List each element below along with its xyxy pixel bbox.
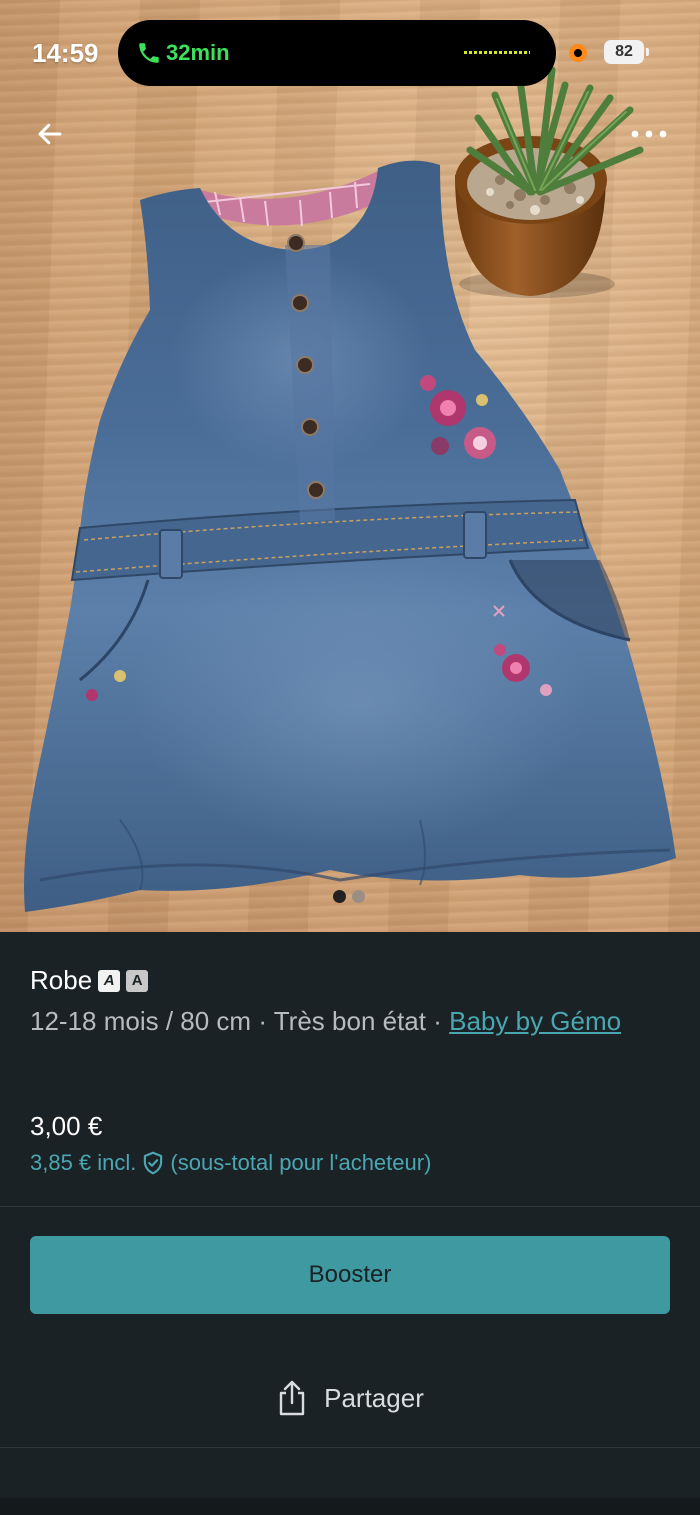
phone-icon — [139, 43, 159, 63]
separator: · — [258, 1006, 267, 1036]
call-duration: 32min — [166, 40, 230, 65]
price-incl: 3,85 € incl. — [30, 1150, 137, 1175]
item-size: 12-18 mois / 80 cm — [30, 1006, 252, 1036]
back-button[interactable] — [28, 112, 72, 156]
pagination-dot-active[interactable] — [333, 890, 346, 903]
share-button[interactable]: Partager — [0, 1368, 700, 1428]
separator: · — [433, 1006, 442, 1036]
buyer-price-info[interactable]: 3,85 € incl. (sous-total pour l'acheteur… — [30, 1150, 431, 1176]
booster-button[interactable]: Booster — [30, 1236, 670, 1314]
item-attributes: 12-18 mois / 80 cm · Très bon état · Bab… — [30, 1002, 670, 1040]
price-incl-note: (sous-total pour l'acheteur) — [170, 1150, 432, 1175]
back-arrow-icon — [38, 123, 62, 145]
share-label: Partager — [324, 1382, 424, 1413]
call-waveform — [464, 51, 530, 54]
item-details: Robe A A 12-18 mois / 80 cm · Très bon é… — [30, 965, 670, 1040]
translate-original-icon[interactable]: A — [98, 969, 121, 992]
divider — [0, 1447, 700, 1448]
bottom-bar — [0, 1498, 700, 1515]
product-photo[interactable]: 14:59 32min 82 — [0, 0, 700, 932]
battery-indicator: 82 — [604, 40, 649, 64]
more-icon — [631, 130, 667, 138]
dress-photo — [24, 66, 676, 913]
item-price: 3,00 € — [30, 1111, 103, 1141]
divider — [0, 1206, 700, 1207]
translate-icon[interactable]: A — [126, 969, 149, 992]
pagination-dot[interactable] — [352, 890, 365, 903]
brand-link[interactable]: Baby by Gémo — [449, 1006, 621, 1036]
shield-check-icon — [144, 1151, 163, 1175]
recording-indicator — [569, 44, 587, 62]
more-options-button[interactable] — [624, 112, 674, 156]
status-time: 14:59 — [32, 38, 99, 68]
share-icon — [279, 1380, 305, 1416]
photo-pagination — [333, 890, 365, 903]
item-condition: Très bon état — [273, 1006, 426, 1036]
item-title: Robe — [30, 965, 93, 995]
call-island[interactable]: 32min — [118, 20, 556, 86]
